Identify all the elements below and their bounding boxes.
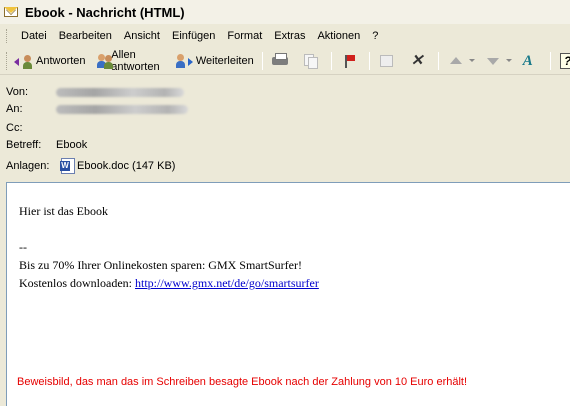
from-row: Von: [6, 84, 184, 100]
copy-button[interactable] [297, 50, 328, 72]
down-arrow-icon [484, 53, 502, 69]
move-button[interactable] [373, 50, 404, 72]
move-to-folder-icon [378, 53, 396, 69]
ad-line: Bis zu 70% Ihrer Onlinekosten sparen: GM… [19, 258, 302, 272]
caption-text: Beweisbild, das man das im Schreiben bes… [17, 376, 468, 388]
menu-aktionen[interactable]: Aktionen [311, 30, 366, 42]
word-document-icon [60, 158, 75, 174]
cc-row: Cc: [6, 120, 56, 136]
toolbar-separator [437, 51, 439, 70]
forward-icon [175, 53, 193, 69]
toolbar-separator [261, 51, 263, 70]
cc-label: Cc: [6, 122, 23, 134]
menu-ansicht[interactable]: Ansicht [118, 30, 166, 42]
window-title: Ebook - Nachricht (HTML) [25, 4, 185, 20]
previous-dropdown-icon[interactable] [468, 59, 475, 62]
flag-icon [340, 53, 358, 69]
reply-all-label: Allen antworten [111, 48, 160, 73]
forward-label: Weiterleiten [195, 54, 254, 67]
menu-format[interactable]: Format [221, 30, 268, 42]
from-label: Von: [6, 86, 29, 98]
menu-bearbeiten[interactable]: Bearbeiten [53, 30, 118, 42]
download-prefix: Kostenlos downloaden: [19, 276, 135, 290]
delete-button[interactable]: ✕ [404, 50, 435, 72]
forward-button[interactable]: Weiterleiten [170, 50, 259, 72]
up-arrow-icon [447, 53, 465, 69]
menu-help[interactable]: ? [366, 30, 384, 42]
toolbar: Antworten Allen antworten Weiterleiten ✕… [0, 47, 570, 75]
download-link[interactable]: http://www.gmx.net/de/go/smartsurfer [135, 276, 319, 290]
greeting: Hier ist das Ebook [19, 204, 108, 218]
print-button[interactable] [266, 50, 297, 72]
to-label: An: [6, 103, 23, 115]
subject-row: Betreff: Ebook [6, 137, 87, 153]
toolbar-separator [330, 51, 332, 70]
copy-icon [302, 53, 320, 69]
next-item-button[interactable] [479, 50, 505, 72]
attachments-label: Anlagen: [6, 160, 50, 172]
toolbar-separator [368, 51, 370, 70]
signature-separator: -- [19, 240, 27, 254]
menu-bar: Datei Bearbeiten Ansicht Einfügen Format… [0, 26, 570, 46]
menu-extras[interactable]: Extras [268, 30, 311, 42]
attachment-item[interactable]: Ebook.doc (147 KB) [60, 158, 176, 174]
subject-label: Betreff: [6, 139, 42, 151]
flag-button[interactable] [335, 50, 366, 72]
menu-einfuegen[interactable]: Einfügen [166, 30, 221, 42]
reply-button[interactable]: Antworten [10, 50, 91, 72]
font-size-icon: A [522, 52, 533, 69]
help-button[interactable]: ? [554, 50, 570, 72]
attachments-row: Anlagen: Ebook.doc (147 KB) [6, 158, 175, 174]
printer-icon [271, 52, 289, 69]
from-value-redacted [56, 87, 184, 97]
attachment-name: Ebook.doc (147 KB) [77, 160, 176, 172]
title-bar: Ebook - Nachricht (HTML) [0, 0, 570, 24]
toolbar-separator [549, 51, 551, 70]
reply-all-icon [96, 53, 113, 69]
message-header: Von: An: Cc: Betreff: Ebook Anlagen: Ebo… [0, 76, 570, 180]
menubar-grip[interactable] [6, 29, 9, 43]
download-line: Kostenlos downloaden: http://www.gmx.net… [19, 276, 319, 291]
next-dropdown-icon[interactable] [505, 59, 512, 62]
reply-icon [14, 53, 33, 69]
to-row: An: [6, 101, 188, 117]
previous-item-button[interactable] [442, 50, 468, 72]
menu-datei[interactable]: Datei [15, 30, 53, 42]
reply-label: Antworten [36, 54, 86, 67]
delete-x-icon: ✕ [410, 51, 424, 69]
help-icon: ? [559, 52, 570, 69]
toolbar-grip[interactable] [6, 51, 7, 70]
reply-all-button[interactable]: Allen antworten [91, 48, 170, 73]
message-body[interactable]: Hier ist das Ebook -- Bis zu 70% Ihrer O… [6, 182, 570, 406]
mail-icon [4, 5, 20, 19]
font-size-button[interactable]: A [516, 50, 547, 72]
subject-value: Ebook [56, 139, 88, 151]
to-value-redacted [56, 104, 188, 114]
